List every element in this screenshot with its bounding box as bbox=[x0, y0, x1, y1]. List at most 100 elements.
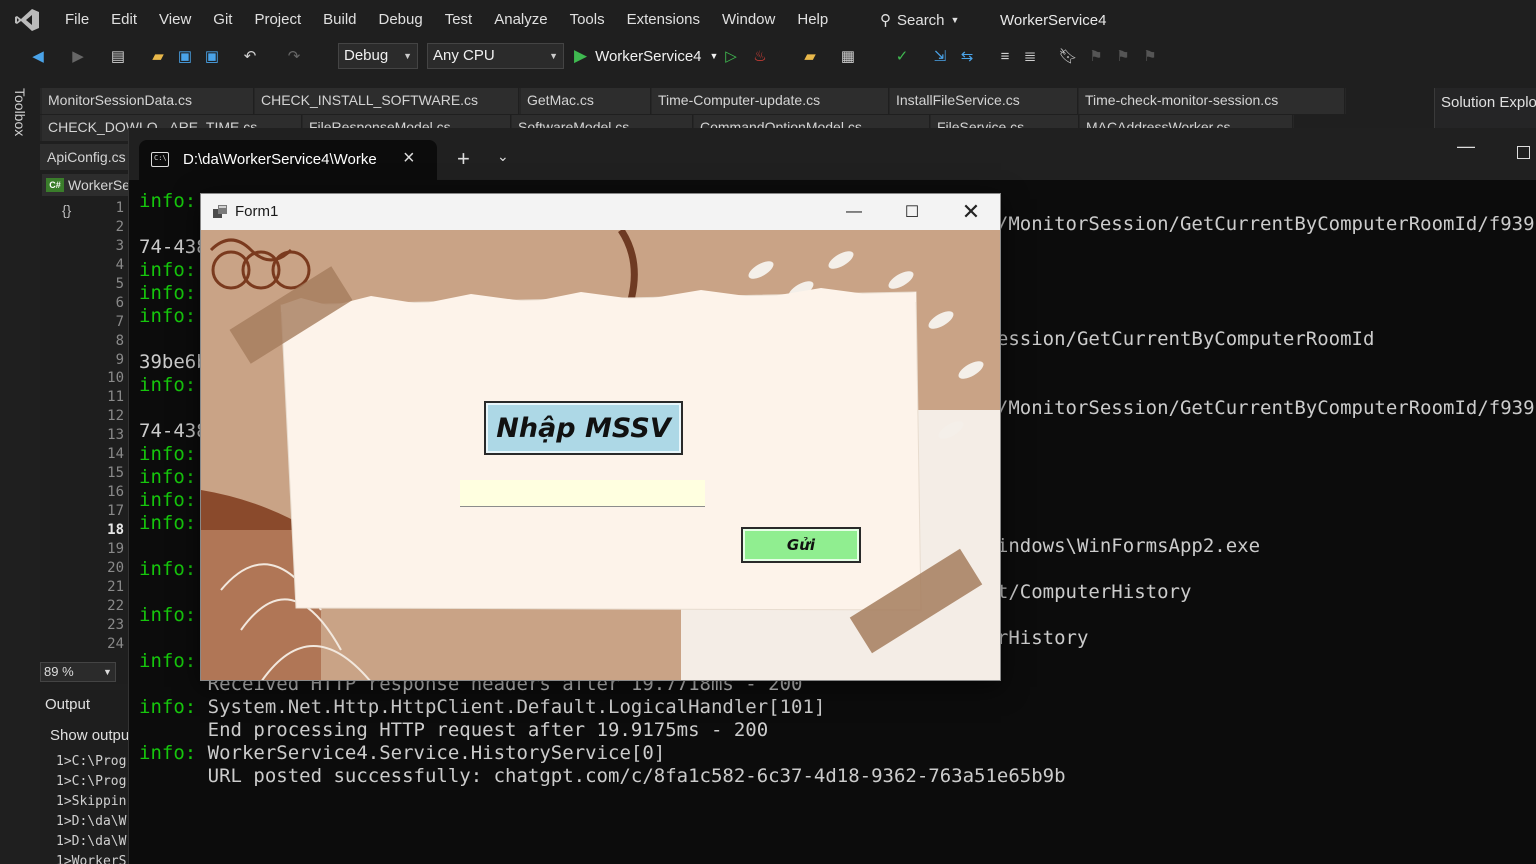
log-text: 74-438 bbox=[139, 420, 208, 442]
namespace-icon: {} bbox=[62, 202, 72, 218]
project-navigation-dropdown[interactable]: C# WorkerService bbox=[42, 174, 130, 196]
minimize-icon[interactable]: — bbox=[834, 198, 874, 226]
line-number: 11 bbox=[107, 389, 124, 406]
bookmark-icon[interactable]: 🔖︎ bbox=[1058, 46, 1078, 66]
chevron-down-icon[interactable]: ⌄ bbox=[497, 148, 509, 165]
log-level: info: bbox=[139, 489, 197, 511]
log-text: 74-438 bbox=[139, 236, 208, 258]
menu-item-project[interactable]: Project bbox=[243, 0, 312, 40]
maximize-icon[interactable] bbox=[1517, 146, 1530, 159]
line-number: 12 bbox=[107, 408, 124, 425]
terminal-tab-title: D:\da\WorkerService4\Worke bbox=[183, 151, 377, 168]
save-all-icon[interactable]: ▣ bbox=[202, 46, 222, 66]
log-level: info: bbox=[139, 259, 197, 281]
menu-item-file[interactable]: File bbox=[54, 0, 100, 40]
outdent-icon[interactable]: ≣ bbox=[1020, 46, 1040, 66]
doc-tab[interactable]: InstallFileService.cs bbox=[890, 88, 1078, 114]
doc-tab[interactable]: GetMac.cs bbox=[521, 88, 651, 114]
log-level: info: bbox=[139, 374, 197, 396]
open-folder-icon[interactable]: ▰ bbox=[148, 46, 168, 66]
zoom-dropdown[interactable]: 89 % ▼ bbox=[40, 662, 116, 682]
close-icon[interactable]: ✕ bbox=[951, 198, 991, 226]
menu-item-tools[interactable]: Tools bbox=[559, 0, 616, 40]
redo-icon[interactable]: ↷ bbox=[284, 46, 304, 66]
next-bookmark-icon[interactable]: ⚑ bbox=[1113, 46, 1133, 66]
log-level: info: bbox=[139, 282, 197, 304]
menu-item-build[interactable]: Build bbox=[312, 0, 367, 40]
platform-dropdown[interactable]: Any CPU ▼ bbox=[427, 43, 564, 69]
configuration-dropdown[interactable]: Debug ▼ bbox=[338, 43, 418, 69]
new-project-icon[interactable]: ▤ bbox=[108, 46, 128, 66]
log-level: info: bbox=[139, 512, 197, 534]
undo-icon[interactable]: ↶ bbox=[240, 46, 260, 66]
menu-item-edit[interactable]: Edit bbox=[100, 0, 148, 40]
menu-item-debug[interactable]: Debug bbox=[368, 0, 434, 40]
clear-bookmarks-icon[interactable]: ⚑ bbox=[1140, 46, 1160, 66]
line-number: 4 bbox=[115, 256, 124, 273]
line-number: 5 bbox=[115, 275, 124, 292]
toolbox-tab[interactable]: Toolbox bbox=[12, 88, 28, 136]
send-button[interactable]: Gửi bbox=[741, 527, 861, 563]
visual-studio-logo-icon[interactable] bbox=[14, 8, 40, 32]
search-box[interactable]: ⚲ Search ▼ bbox=[880, 9, 959, 31]
line-number: 7 bbox=[115, 313, 124, 330]
line-number: 1 bbox=[115, 200, 124, 216]
doc-tab[interactable]: Time-Computer-update.cs bbox=[652, 88, 889, 114]
doc-tab[interactable]: Time-check-monitor-session.cs bbox=[1079, 88, 1345, 114]
output-lines: 1>C:\Prog 1>C:\Prog 1>Skippin 1>D:\da\W 1>D:… bbox=[56, 752, 126, 864]
start-debugging-button[interactable]: ▶ WorkerService4 ▼ bbox=[574, 44, 718, 68]
hot-reload-icon[interactable]: ♨ bbox=[750, 46, 770, 66]
output-line: 1>Skippin bbox=[56, 794, 127, 809]
form1-client-area: Nhập MSSV Gửi bbox=[201, 230, 1000, 680]
line-number: 15 bbox=[107, 465, 124, 482]
mssv-input[interactable] bbox=[460, 480, 705, 507]
prev-bookmark-icon[interactable]: ⚑ bbox=[1086, 46, 1106, 66]
new-tab-icon[interactable]: + bbox=[457, 146, 470, 172]
play-icon: ▶ bbox=[574, 46, 588, 65]
save-icon[interactable]: ▣ bbox=[175, 46, 195, 66]
solution-folder-icon[interactable]: ▰ bbox=[800, 46, 820, 66]
output-title: Output bbox=[45, 696, 91, 713]
doc-tab[interactable]: MonitorSessionData.cs bbox=[42, 88, 254, 114]
log-text: WorkerService4.Service.HistoryService[0] bbox=[196, 742, 666, 764]
maximize-icon[interactable]: ☐ bbox=[892, 198, 932, 226]
menu-item-analyze[interactable]: Analyze bbox=[483, 0, 558, 40]
console-icon: C:\ bbox=[151, 152, 169, 167]
menu-item-window[interactable]: Window bbox=[711, 0, 786, 40]
doc-tab[interactable]: CHECK_INSTALL_SOFTWARE.cs bbox=[255, 88, 519, 114]
line-number: 10 bbox=[107, 370, 124, 387]
menu-item-view[interactable]: View bbox=[148, 0, 202, 40]
step-icon[interactable]: ⇲ bbox=[930, 46, 950, 66]
menu-item-test[interactable]: Test bbox=[434, 0, 484, 40]
solution-explorer-title[interactable]: Solution Explo bbox=[1434, 88, 1536, 128]
indent-icon[interactable]: ≡ bbox=[995, 46, 1015, 66]
spell-check-icon[interactable]: ✓ bbox=[892, 46, 912, 66]
line-number: 13 bbox=[107, 427, 124, 444]
form1-title: Form1 bbox=[235, 203, 279, 220]
form-app-icon bbox=[213, 205, 227, 218]
terminal-line: URL posted successfully: chatgpt.com/c/8… bbox=[139, 765, 1066, 788]
terminal-tab[interactable]: C:\ D:\da\WorkerService4\Worke × bbox=[139, 140, 437, 180]
doc-tab-apiconfig[interactable]: ApiConfig.cs bbox=[40, 144, 130, 170]
menu-item-help[interactable]: Help bbox=[786, 0, 839, 40]
log-level: info: bbox=[139, 305, 197, 327]
navigate-back-icon[interactable]: ◀ bbox=[28, 46, 48, 66]
menu-item-git[interactable]: Git bbox=[202, 0, 243, 40]
terminal-line: info: WorkerService4.Service.HistoryServ… bbox=[139, 742, 665, 765]
layout-icon[interactable]: ▦ bbox=[838, 46, 858, 66]
log-level: info: bbox=[139, 742, 197, 764]
menu-item-extensions[interactable]: Extensions bbox=[616, 0, 711, 40]
toolbox-strip bbox=[0, 74, 36, 864]
chevron-down-icon: ▼ bbox=[403, 51, 412, 61]
log-level: info: bbox=[139, 466, 197, 488]
log-text: End processing HTTP request after 19.917… bbox=[139, 719, 769, 741]
minimize-icon[interactable]: — bbox=[1457, 136, 1475, 157]
compare-icon[interactable]: ⇆ bbox=[957, 46, 977, 66]
start-without-debugging-icon[interactable]: ▷ bbox=[721, 46, 741, 66]
chevron-down-icon: ▼ bbox=[950, 15, 960, 25]
log-level: info: bbox=[139, 650, 197, 672]
form1-titlebar[interactable]: Form1 — ☐ ✕ bbox=[201, 194, 1000, 230]
close-icon[interactable]: × bbox=[403, 147, 415, 170]
navigate-forward-icon[interactable]: ▶ bbox=[68, 46, 88, 66]
line-numbers: 1 2 3 4 5 6 7 8 9 10 11 12 13 14 15 16 17 18 19 20 21 22 23 24 bbox=[94, 199, 124, 654]
